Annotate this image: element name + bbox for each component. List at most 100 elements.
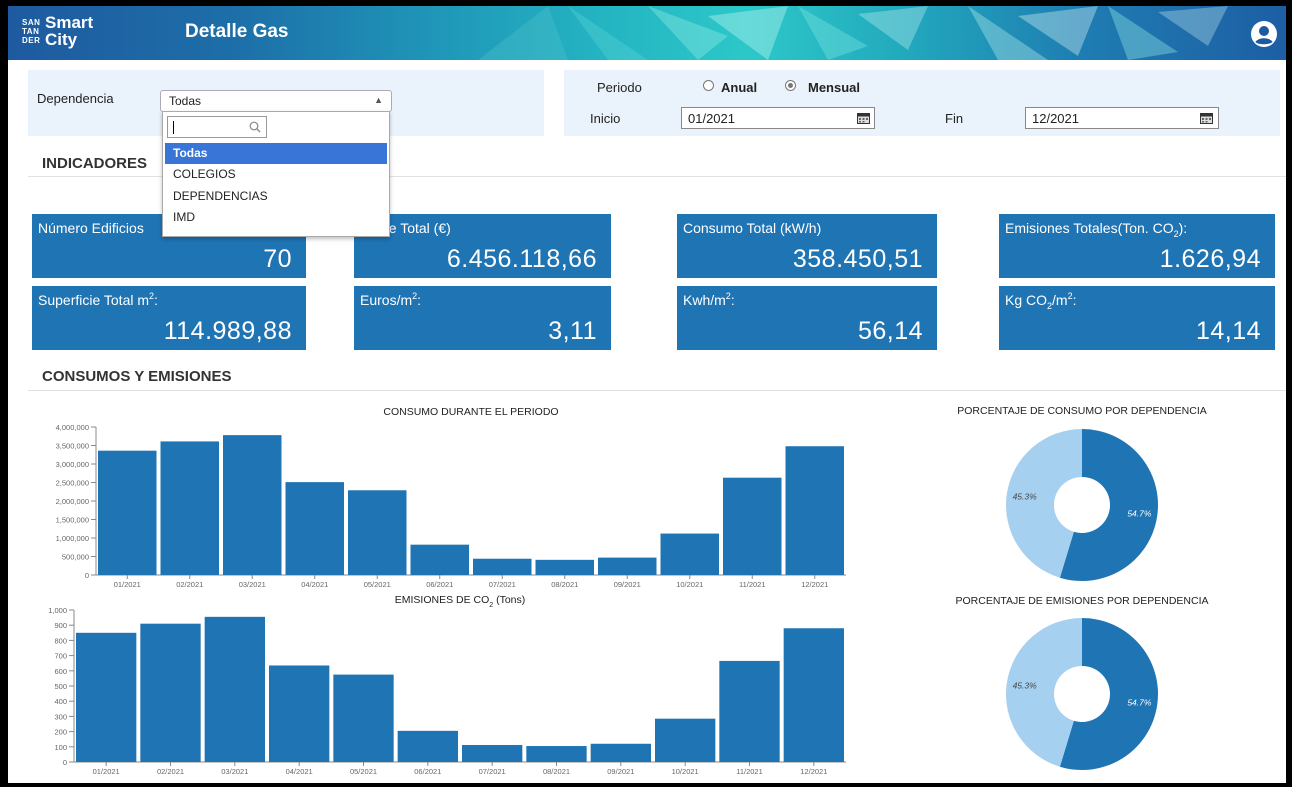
y-tick-label: 100 [54, 743, 67, 752]
y-tick-label: 300 [54, 712, 67, 721]
anual-radio-label[interactable]: Anual [721, 80, 757, 95]
dropdown-option-imd[interactable]: IMD [165, 207, 387, 228]
x-tick-label: 02/2021 [157, 767, 184, 776]
logo-smart: Smart [45, 13, 94, 32]
y-tick-label: 3,500,000 [56, 442, 89, 451]
x-tick-label: 09/2021 [607, 767, 634, 776]
mensual-radio-label[interactable]: Mensual [808, 80, 860, 95]
x-tick-label: 09/2021 [614, 580, 641, 589]
logo-san: SAN [22, 17, 41, 27]
x-tick-label: 12/2021 [801, 580, 828, 589]
chart-title: CONSUMO DURANTE EL PERIODO [383, 406, 558, 418]
dependencia-select[interactable]: Todas ▲ [160, 90, 392, 112]
calendar-icon[interactable] [857, 112, 870, 124]
x-tick-label: 06/2021 [426, 580, 453, 589]
card-label: Euros/m2: [360, 291, 422, 308]
card-value: 70 [263, 245, 292, 273]
y-tick-label: 1,000 [48, 606, 67, 615]
bar-12/2021 [785, 446, 844, 575]
card-value: 56,14 [857, 317, 923, 345]
bar-03/2021 [223, 435, 282, 575]
user-circle-icon[interactable] [1250, 20, 1278, 48]
pie-label-54.7%: 54.7% [1127, 698, 1152, 708]
chart-title: PORCENTAJE DE CONSUMO POR DEPENDENCIA [957, 405, 1207, 417]
x-tick-label: 01/2021 [93, 767, 120, 776]
x-tick-label: 12/2021 [800, 767, 827, 776]
bar-04/2021 [269, 665, 330, 762]
fin-date-input[interactable]: 12/2021 [1025, 107, 1219, 129]
x-tick-label: 02/2021 [176, 580, 203, 589]
bar-05/2021 [348, 490, 407, 575]
x-tick-label: 03/2021 [221, 767, 248, 776]
consumos-section-title: CONSUMOS Y EMISIONES [42, 368, 232, 385]
frame-bottom [0, 783, 1292, 787]
x-tick-label: 03/2021 [239, 580, 266, 589]
dependencia-label: Dependencia [37, 91, 114, 106]
app-header: SAN TAN DER Smart City Detalle Gas [8, 6, 1286, 60]
x-tick-label: 10/2021 [672, 767, 699, 776]
periodo-label: Periodo [597, 80, 642, 95]
anual-radio[interactable] [703, 80, 714, 91]
dropdown-option-todas[interactable]: Todas [165, 143, 387, 164]
dropdown-option-colegios[interactable]: COLEGIOS [165, 164, 387, 185]
chart-title: PORCENTAJE DE EMISIONES POR DEPENDENCIA [955, 595, 1208, 607]
bar-04/2021 [285, 482, 344, 575]
x-tick-label: 08/2021 [551, 580, 578, 589]
card-superficie-total: Superficie Total m2: 114.989,88 [32, 286, 306, 350]
dropdown-search-input[interactable] [167, 116, 267, 138]
logo-tan: TAN [22, 26, 40, 36]
inicio-date-input[interactable]: 01/2021 [681, 107, 875, 129]
bar-08/2021 [535, 559, 594, 575]
bar-05/2021 [333, 674, 394, 762]
card-kwh-m2: Kwh/m2: 56,14 [677, 286, 937, 350]
y-tick-label: 700 [54, 652, 67, 661]
pie-label-45.3%: 45.3% [1013, 680, 1038, 690]
y-tick-label: 1,500,000 [56, 516, 89, 525]
santander-smart-city-logo: SAN TAN DER Smart City [22, 14, 93, 48]
card-value: 6.456.118,66 [446, 245, 597, 273]
y-tick-label: 2,500,000 [56, 479, 89, 488]
fin-date-value: 12/2021 [1032, 111, 1079, 126]
frame-left [0, 0, 8, 787]
x-tick-label: 07/2021 [489, 580, 516, 589]
card-label: Kwh/m2: [683, 291, 735, 308]
bar-06/2021 [410, 544, 469, 575]
card-value: 14,14 [1195, 317, 1261, 345]
logo-santander-text: SAN TAN DER [22, 18, 42, 45]
x-tick-label: 01/2021 [114, 580, 141, 589]
card-label: Emisiones Totales(Ton. CO2): [1005, 220, 1188, 239]
chart-title: EMISIONES DE CO2 (Tons) [395, 594, 526, 609]
y-tick-label: 0 [85, 571, 89, 580]
mensual-radio[interactable] [785, 80, 796, 91]
pie-label-45.3%: 45.3% [1013, 491, 1038, 501]
logo-der: DER [22, 35, 41, 45]
x-tick-label: 05/2021 [364, 580, 391, 589]
y-tick-label: 0 [63, 758, 67, 767]
x-tick-label: 06/2021 [414, 767, 441, 776]
card-label: Superficie Total m2: [38, 291, 158, 308]
y-tick-label: 400 [54, 697, 67, 706]
x-tick-label: 11/2021 [736, 767, 763, 776]
consumos-divider [28, 390, 1286, 391]
card-label: Consumo Total (kW/h) [683, 220, 822, 236]
card-label: Kg CO2/m2: [1005, 291, 1077, 311]
card-coste-total: Coste Total (€) 6.456.118,66 [354, 214, 611, 278]
calendar-icon[interactable] [1200, 112, 1213, 124]
logo-city: City [45, 30, 78, 49]
bar-01/2021 [76, 632, 137, 762]
bar-09/2021 [598, 557, 657, 575]
card-euros-m2: Euros/m2: 3,11 [354, 286, 611, 350]
bar-07/2021 [462, 744, 523, 762]
search-icon [249, 121, 261, 133]
x-tick-label: 05/2021 [350, 767, 377, 776]
text-cursor [173, 121, 174, 134]
card-emisiones-totales: Emisiones Totales(Ton. CO2): 1.626,94 [999, 214, 1275, 278]
x-tick-label: 04/2021 [301, 580, 328, 589]
y-tick-label: 600 [54, 667, 67, 676]
bar-10/2021 [660, 533, 719, 575]
y-tick-label: 500 [54, 682, 67, 691]
dropdown-option-dependencias[interactable]: DEPENDENCIAS [165, 186, 387, 207]
dependencia-dropdown: Todas COLEGIOS DEPENDENCIAS IMD [162, 111, 390, 237]
card-value: 358.450,51 [792, 245, 923, 273]
bar-01/2021 [98, 450, 157, 575]
